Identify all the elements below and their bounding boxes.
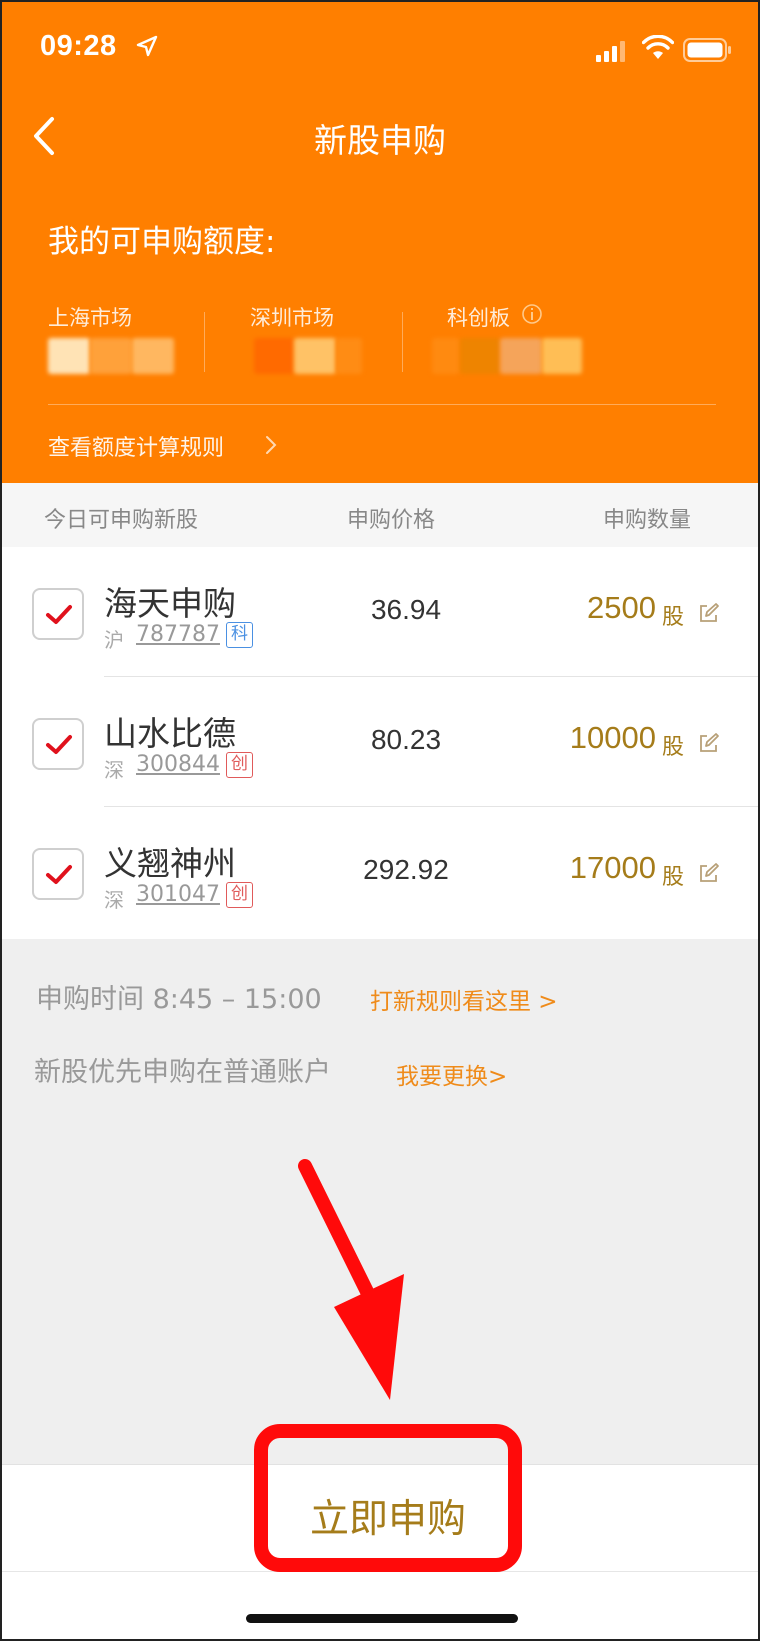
- stock-code-link[interactable]: 787787: [136, 622, 220, 647]
- quota-separator: [48, 404, 716, 405]
- select-checkbox[interactable]: [32, 848, 84, 900]
- select-checkbox[interactable]: [32, 718, 84, 770]
- column-header-price: 申购价格: [347, 508, 436, 533]
- quota-divider: [204, 312, 205, 372]
- stock-name: 义翘神州: [104, 844, 236, 883]
- checkmark-icon: [46, 735, 72, 754]
- app-frame: 09:28 新股申购 我的可申购额度: 上海市场 深圳市场 科创板 查看额度计算…: [0, 0, 760, 1641]
- status-time: 09:28: [40, 30, 117, 62]
- exchange-label: 沪: [104, 628, 124, 652]
- quota-divider: [402, 312, 403, 372]
- table-row[interactable]: 山水比德 深 300844 创 80.23 10000 股: [2, 677, 758, 807]
- home-indicator: [246, 1614, 518, 1623]
- subscribe-now-button[interactable]: 立即申购: [254, 1488, 522, 1544]
- quantity-unit: 股: [662, 865, 685, 890]
- checkmark-icon: [46, 865, 72, 884]
- subscription-quantity: 17000: [569, 850, 656, 885]
- column-header-quantity: 申购数量: [603, 508, 692, 533]
- edit-icon[interactable]: [698, 732, 720, 754]
- ipo-list: 海天申购 沪 787787 科 36.94 2500 股 山水比德 深 3008…: [2, 547, 758, 939]
- exchange-label: 深: [104, 888, 124, 912]
- wifi-icon: [642, 35, 674, 59]
- stock-code-link[interactable]: 300844: [136, 752, 220, 777]
- quota-label: 我的可申购额度:: [48, 224, 276, 260]
- quota-rules-link[interactable]: 查看额度计算规则: [48, 430, 224, 462]
- quantity-unit: 股: [662, 735, 685, 760]
- table-header: 今日可申购新股 申购价格 申购数量: [2, 483, 758, 547]
- header-panel: 09:28 新股申购 我的可申购额度: 上海市场 深圳市场 科创板 查看额度计算…: [2, 2, 758, 483]
- subscription-quantity: 10000: [569, 720, 656, 755]
- edit-icon[interactable]: [698, 602, 720, 624]
- stock-code-link[interactable]: 301047: [136, 882, 220, 907]
- cellular-signal-icon: [596, 41, 625, 62]
- table-row[interactable]: 海天申购 沪 787787 科 36.94 2500 股: [2, 547, 758, 677]
- market-star-label: 科创板: [447, 306, 510, 330]
- info-icon[interactable]: [521, 303, 543, 325]
- subscription-time-text: 申购时间 8:45 – 15:00: [36, 984, 322, 1015]
- page-title: 新股申购: [314, 121, 446, 160]
- board-tag: 创: [226, 752, 253, 778]
- board-tag: 创: [226, 882, 253, 908]
- quantity-unit: 股: [662, 605, 685, 630]
- subscription-quantity: 2500: [587, 590, 656, 625]
- account-info-text: 新股优先申购在普通账户: [34, 1057, 331, 1088]
- change-account-link[interactable]: 我要更换>: [396, 1057, 507, 1091]
- market-shanghai-label: 上海市场: [48, 306, 132, 330]
- stock-name: 海天申购: [104, 584, 236, 623]
- table-row[interactable]: 义翘神州 深 301047 创 292.92 17000 股: [2, 807, 758, 937]
- checkmark-icon: [46, 605, 72, 624]
- exchange-label: 深: [104, 758, 124, 782]
- subscription-price: 36.94: [370, 594, 442, 625]
- market-shenzhen-label: 深圳市场: [250, 306, 334, 330]
- subscription-price: 292.92: [363, 854, 449, 885]
- board-tag: 科: [226, 622, 253, 648]
- ipo-rules-link[interactable]: 打新规则看这里 >: [370, 982, 558, 1016]
- chevron-right-icon[interactable]: [264, 434, 278, 456]
- select-checkbox[interactable]: [32, 588, 84, 640]
- column-header-stock: 今日可申购新股: [44, 508, 199, 533]
- edit-icon[interactable]: [698, 862, 720, 884]
- stock-name: 山水比德: [104, 714, 236, 753]
- battery-icon: [683, 38, 731, 62]
- subscription-price: 80.23: [370, 724, 442, 755]
- location-arrow-icon: [136, 35, 158, 57]
- status-bar: 09:28: [2, 2, 758, 94]
